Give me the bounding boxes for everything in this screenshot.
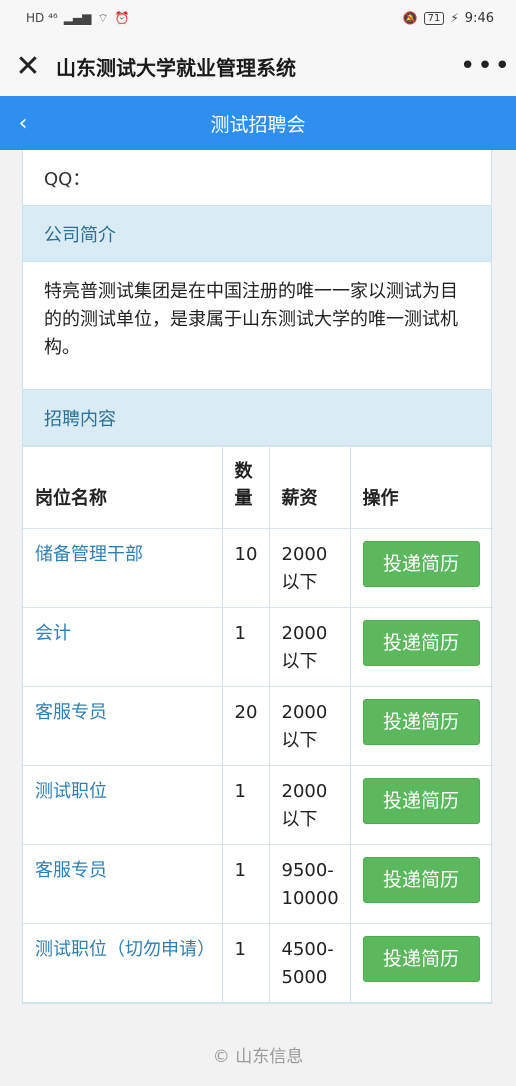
header-action: 操作 [349,446,493,529]
network-indicator: HD ⁴⁶ [26,11,58,25]
app-title-bar: ✕ 山东测试大学就业管理系统 ••• [0,36,516,96]
job-link[interactable]: 测试职位 [35,781,107,802]
header-position: 岗位名称 [23,446,223,529]
job-salary: 2000以下 [268,686,351,766]
job-count: 1 [221,607,270,687]
more-options-icon[interactable]: ••• [456,36,516,96]
job-link[interactable]: 会计 [35,623,71,644]
table-row: 储备管理干部 10 2000以下 投递简历 [23,528,493,608]
mute-icon: 🔕 [402,11,418,25]
qq-label: QQ： [44,168,91,190]
wifi-icon: ⌔ [97,10,109,25]
submit-resume-button[interactable]: 投递简历 [362,620,480,666]
job-salary: 4500-5000 [268,923,351,1003]
company-detail-card: QQ： 公司简介 特亮普测试集团是在中国注册的唯一一家以测试为目的的测试单位，是… [22,150,493,1004]
job-count: 1 [221,844,270,924]
table-row: 客服专员 20 2000以下 投递简历 [23,686,493,766]
signal-icon: ▂▄▆ [63,11,92,25]
status-bar: HD ⁴⁶ ▂▄▆ ⌔ ⏰ 🔕 71 ⚡ 9:46 [0,0,516,36]
job-count: 10 [221,528,270,608]
job-link[interactable]: 客服专员 [35,702,107,723]
submit-resume-button[interactable]: 投递简历 [362,699,480,745]
job-link[interactable]: 储备管理干部 [35,544,143,565]
submit-resume-button[interactable]: 投递简历 [362,857,480,903]
company-intro-text: 特亮普测试集团是在中国注册的唯一一家以测试为目的的测试单位，是隶属于山东测试大学… [23,262,491,390]
intro-section-heading: 公司简介 [23,206,491,262]
close-icon[interactable]: ✕ [0,36,56,96]
submit-resume-button[interactable]: 投递简历 [362,778,480,824]
job-link[interactable]: 客服专员 [35,860,107,881]
table-row: 测试职位 1 2000以下 投递简历 [23,765,493,845]
footer-copyright: © 山东信息 [212,1047,304,1067]
job-count: 1 [221,923,270,1003]
job-count: 1 [221,765,270,845]
jobs-table-header: 岗位名称 数量 薪资 操作 [23,446,493,529]
clock: 9:46 [464,10,494,26]
job-salary: 9500-10000 [268,844,351,924]
charging-icon: ⚡ [450,11,459,25]
table-row: 会计 1 2000以下 投递简历 [23,607,493,687]
submit-resume-button[interactable]: 投递简历 [362,936,480,982]
jobs-section-heading: 招聘内容 [23,390,491,446]
job-count: 20 [221,686,270,766]
header-salary: 薪资 [268,446,351,529]
table-row: 测试职位（切勿申请） 1 4500-5000 投递简历 [23,923,493,1003]
qq-row: QQ： [23,150,491,206]
page-header: ‹ 测试招聘会 [0,96,516,150]
battery-icon: 71 [423,11,445,25]
jobs-table: 岗位名称 数量 薪资 操作 储备管理干部 10 2000以下 投递简历 会计 1… [23,446,493,1003]
job-link[interactable]: 测试职位（切勿申请） [35,939,215,960]
table-row: 客服专员 1 9500-10000 投递简历 [23,844,493,924]
back-arrow-icon[interactable]: ‹ [8,96,38,150]
alarm-icon: ⏰ [114,11,130,25]
header-count: 数量 [221,446,270,529]
page-title: 测试招聘会 [210,113,306,136]
submit-resume-button[interactable]: 投递简历 [362,541,480,587]
job-salary: 2000以下 [268,528,351,608]
app-title: 山东测试大学就业管理系统 [56,55,296,80]
job-salary: 2000以下 [268,607,351,687]
job-salary: 2000以下 [268,765,351,845]
